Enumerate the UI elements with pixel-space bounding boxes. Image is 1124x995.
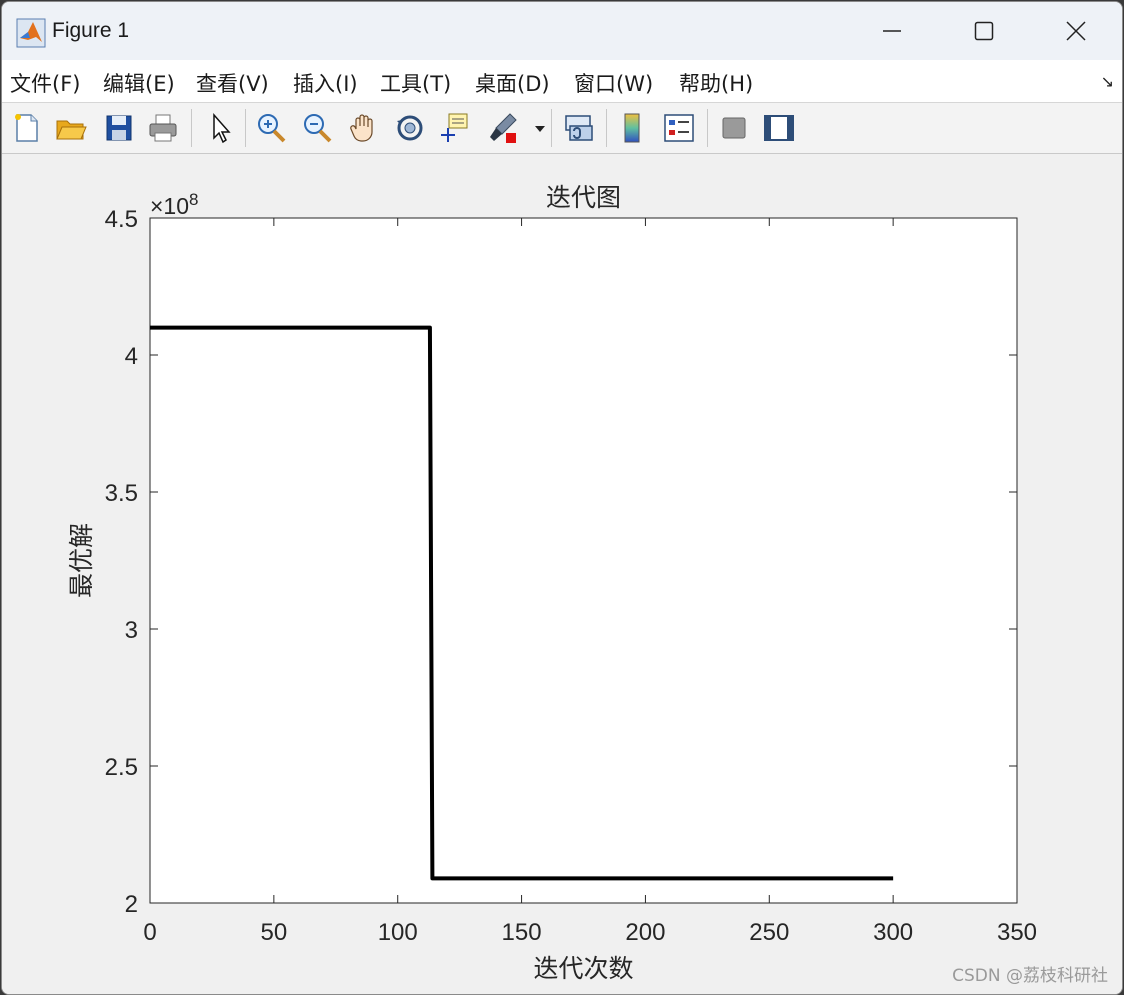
y-axis-exponent: ×108 xyxy=(150,190,198,219)
x-tick-label: 350 xyxy=(997,919,1037,946)
toolbar-separator xyxy=(707,109,708,147)
y-tick-label: 3 xyxy=(125,617,138,644)
legend-icon[interactable] xyxy=(662,111,696,145)
toolbar-separator xyxy=(191,109,192,147)
y-axis-label: 最优解 xyxy=(67,523,96,598)
line-chart: 0 50 100 150 200 250 300 350 2 2.5 3 3.5 4 4.5 迭代图 迭代… xyxy=(67,183,1037,983)
zoom-in-icon[interactable] xyxy=(254,111,288,145)
x-tick-label: 250 xyxy=(749,919,789,946)
print-icon[interactable] xyxy=(146,111,180,145)
menu-file[interactable]: 文件(F) xyxy=(10,68,80,98)
watermark: CSDN @荔枝科研社 xyxy=(952,966,1108,986)
y-tick-label: 3.5 xyxy=(105,480,138,507)
save-icon[interactable] xyxy=(102,111,136,145)
zoom-out-icon[interactable] xyxy=(300,111,334,145)
menu-window[interactable]: 窗口(W) xyxy=(574,68,653,98)
close-icon xyxy=(1066,21,1086,41)
y-tick-label: 4 xyxy=(125,343,138,370)
select-arrow-icon[interactable] xyxy=(204,111,238,145)
minimize-icon xyxy=(883,30,901,32)
maximize-button[interactable] xyxy=(960,10,1008,52)
menu-tools[interactable]: 工具(T) xyxy=(380,68,451,98)
rotate-3d-icon[interactable] xyxy=(393,111,427,145)
menu-view[interactable]: 查看(V) xyxy=(196,68,269,98)
y-tick-label: 2.5 xyxy=(105,754,138,781)
toolbar xyxy=(2,103,1122,154)
x-tick-label: 150 xyxy=(502,919,542,946)
close-button[interactable] xyxy=(1052,10,1100,52)
title-bar[interactable]: Figure 1 xyxy=(2,2,1122,60)
minimize-button[interactable] xyxy=(868,10,916,52)
toolbar-separator xyxy=(245,109,246,147)
x-tick-label: 50 xyxy=(261,919,288,946)
y-tick-label: 2 xyxy=(125,891,138,918)
maximize-icon xyxy=(974,21,994,41)
new-figure-icon[interactable] xyxy=(10,111,44,145)
chart-title: 迭代图 xyxy=(546,183,621,212)
menu-edit[interactable]: 编辑(E) xyxy=(103,68,175,98)
menu-desktop[interactable]: 桌面(D) xyxy=(475,68,550,98)
x-tick-label: 200 xyxy=(625,919,665,946)
figure-window: Figure 1 文件(F) 编辑(E) 查看(V) 插入(I) 工具(T) 桌… xyxy=(1,1,1123,995)
toolbar-separator xyxy=(606,109,607,147)
brush-dropdown-icon[interactable] xyxy=(533,111,547,145)
matlab-logo-icon xyxy=(16,18,46,48)
menu-bar: 文件(F) 编辑(E) 查看(V) 插入(I) 工具(T) 桌面(D) 窗口(W… xyxy=(2,60,1122,103)
window-title: Figure 1 xyxy=(52,19,130,42)
menu-insert[interactable]: 插入(I) xyxy=(293,68,358,98)
colorbar-icon[interactable] xyxy=(616,111,650,145)
axes-background xyxy=(149,217,1018,904)
y-exponent-power: 8 xyxy=(189,190,198,209)
x-tick-label: 0 xyxy=(143,919,156,946)
y-exponent-prefix: ×10 xyxy=(150,193,189,219)
pan-hand-icon[interactable] xyxy=(347,111,381,145)
link-plot-icon[interactable] xyxy=(562,111,596,145)
toolbar-separator xyxy=(551,109,552,147)
x-axis-label: 迭代次数 xyxy=(533,954,633,983)
open-file-icon[interactable] xyxy=(54,111,88,145)
figure-canvas: 0 50 100 150 200 250 300 350 2 2.5 3 3.5 4 4.5 迭代图 迭代… xyxy=(2,154,1122,994)
y-tick-label: 4.5 xyxy=(105,206,138,233)
dock-arrow-icon[interactable]: ↘ xyxy=(1101,72,1114,91)
x-tick-label: 100 xyxy=(378,919,418,946)
show-plot-tools-icon[interactable] xyxy=(762,111,796,145)
brush-icon[interactable] xyxy=(486,111,520,145)
x-tick-label: 300 xyxy=(873,919,913,946)
hide-plot-tools-icon[interactable] xyxy=(717,111,751,145)
menu-help[interactable]: 帮助(H) xyxy=(679,68,753,98)
data-cursor-icon[interactable] xyxy=(439,111,473,145)
